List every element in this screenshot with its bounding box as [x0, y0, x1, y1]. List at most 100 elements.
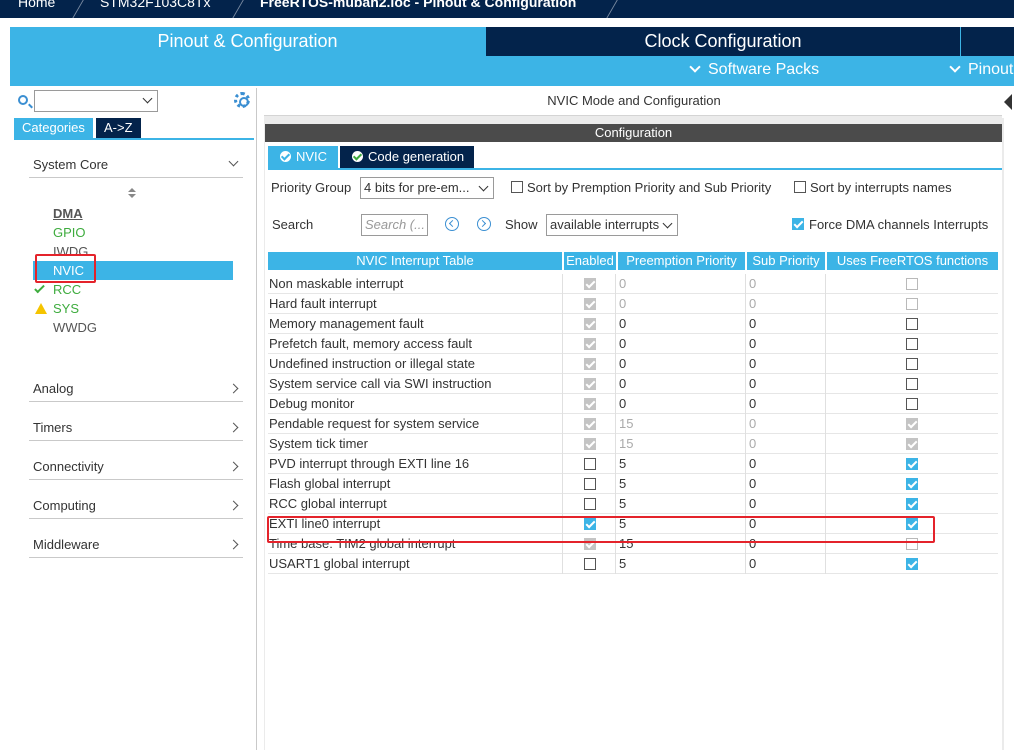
preemption-priority[interactable]: 0: [616, 294, 746, 314]
enabled-cell: [563, 434, 616, 454]
force-dma-checkbox[interactable]: [792, 218, 804, 230]
table-row[interactable]: Flash global interrupt 5 0: [268, 474, 998, 494]
pinout-menu[interactable]: Pinout: [949, 61, 1013, 79]
table-row[interactable]: Hard fault interrupt 0 0: [268, 294, 998, 314]
preemption-priority[interactable]: 5: [616, 554, 746, 574]
preemption-priority[interactable]: 0: [616, 374, 746, 394]
preemption-value: 5: [619, 496, 627, 511]
column-header[interactable]: Uses FreeRTOS functions: [827, 252, 998, 270]
sub-priority[interactable]: 0: [746, 434, 826, 454]
search-input[interactable]: Search (...: [361, 214, 428, 236]
tab-categories[interactable]: Categories: [14, 118, 93, 138]
table-row[interactable]: Undefined instruction or illegal state 0 0: [268, 354, 998, 374]
priority-group-select[interactable]: 4 bits for pre-em...: [360, 177, 494, 199]
table-row[interactable]: Debug monitor 0 0: [268, 394, 998, 414]
freertos-checkbox[interactable]: [906, 478, 918, 490]
freertos-checkbox[interactable]: [906, 338, 918, 350]
peripheral-gpio[interactable]: GPIO: [33, 223, 233, 242]
preemption-priority[interactable]: 0: [616, 334, 746, 354]
sub-priority[interactable]: 0: [746, 554, 826, 574]
peripheral-sys[interactable]: SYS: [33, 299, 233, 318]
column-header[interactable]: Preemption Priority: [618, 252, 745, 270]
sub-priority[interactable]: 0: [746, 334, 826, 354]
sub-priority[interactable]: 0: [746, 294, 826, 314]
sub-priority[interactable]: 0: [746, 394, 826, 414]
table-row[interactable]: System service call via SWI instruction 0…: [268, 374, 998, 394]
sort-premption-label: Sort by Premption Priority and Sub Prior…: [527, 180, 772, 195]
column-header[interactable]: Sub Priority: [747, 252, 825, 270]
previous-icon[interactable]: [445, 217, 459, 231]
preemption-priority[interactable]: 5: [616, 474, 746, 494]
gear-icon[interactable]: [234, 92, 250, 108]
table-row[interactable]: Prefetch fault, memory access fault 0 0: [268, 334, 998, 354]
show-select[interactable]: available interrupts: [546, 214, 678, 236]
freertos-checkbox[interactable]: [906, 558, 918, 570]
sort-names-checkbox[interactable]: [794, 181, 806, 193]
column-header[interactable]: NVIC Interrupt Table: [268, 252, 562, 270]
column-header[interactable]: Enabled: [564, 252, 616, 270]
table-row[interactable]: System tick timer 15 0: [268, 434, 998, 454]
sub-priority[interactable]: 0: [746, 494, 826, 514]
category-middleware[interactable]: Middleware: [33, 537, 243, 552]
table-row[interactable]: PVD interrupt through EXTI line 16 5 0: [268, 454, 998, 474]
peripheral-dma[interactable]: DMA: [33, 204, 233, 223]
sort-premption-checkbox[interactable]: [511, 181, 523, 193]
freertos-checkbox[interactable]: [906, 378, 918, 390]
sub-priority[interactable]: 0: [746, 474, 826, 494]
preemption-priority[interactable]: 5: [616, 494, 746, 514]
preemption-priority[interactable]: 15: [616, 414, 746, 434]
table-row[interactable]: Non maskable interrupt 0 0: [268, 274, 998, 294]
sub-priority[interactable]: 0: [746, 414, 826, 434]
sub-priority[interactable]: 0: [746, 314, 826, 334]
table-row[interactable]: Memory management fault 0 0: [268, 314, 998, 334]
enabled-checkbox[interactable]: [584, 458, 596, 470]
enabled-checkbox[interactable]: [584, 478, 596, 490]
tab-nvic[interactable]: NVIC: [268, 146, 338, 168]
sub-priority[interactable]: 0: [746, 354, 826, 374]
search-combo[interactable]: [34, 90, 158, 112]
tab-code-generation[interactable]: Code generation: [340, 146, 474, 168]
freertos-checkbox[interactable]: [906, 318, 918, 330]
check-circle-icon: [352, 151, 363, 162]
sort-icon[interactable]: [128, 188, 136, 200]
preemption-priority[interactable]: 0: [616, 354, 746, 374]
table-row[interactable]: Pendable request for system service 15 0: [268, 414, 998, 434]
freertos-checkbox[interactable]: [906, 398, 918, 410]
preemption-priority[interactable]: 15: [616, 434, 746, 454]
category-computing[interactable]: Computing: [33, 498, 243, 513]
freertos-checkbox[interactable]: [906, 358, 918, 370]
breadcrumb-home[interactable]: Home: [18, 0, 55, 10]
sub-priority[interactable]: 0: [746, 274, 826, 294]
preemption-priority[interactable]: 0: [616, 274, 746, 294]
preemption-priority[interactable]: 0: [616, 394, 746, 414]
breadcrumb-project[interactable]: FreeRTOS-muban2.ioc - Pinout & Configura…: [260, 0, 576, 10]
enabled-checkbox[interactable]: [584, 558, 596, 570]
category-system-core[interactable]: System Core: [33, 156, 243, 172]
software-packs-menu[interactable]: Software Packs: [689, 61, 819, 79]
freertos-checkbox[interactable]: [906, 458, 918, 470]
category-timers[interactable]: Timers: [33, 420, 243, 435]
tab-clock-configuration[interactable]: Clock Configuration: [486, 27, 960, 56]
preemption-priority[interactable]: 0: [616, 314, 746, 334]
tab-a-z[interactable]: A->Z: [96, 118, 141, 138]
tab-more[interactable]: [961, 27, 1014, 56]
table-row[interactable]: USART1 global interrupt 5 0: [268, 554, 998, 574]
freertos-cell: [826, 494, 998, 514]
table-row[interactable]: RCC global interrupt 5 0: [268, 494, 998, 514]
divider: [29, 440, 243, 441]
sub-priority-value: 0: [749, 496, 757, 511]
enabled-checkbox[interactable]: [584, 498, 596, 510]
peripheral-wwdg[interactable]: WWDG: [33, 318, 233, 337]
show-value: available interrupts: [550, 217, 660, 232]
mode-title: NVIC Mode and Configuration: [264, 88, 1004, 116]
next-icon[interactable]: [477, 217, 491, 231]
sub-priority[interactable]: 0: [746, 454, 826, 474]
category-connectivity[interactable]: Connectivity: [33, 459, 243, 474]
category-analog[interactable]: Analog: [33, 381, 243, 396]
collapse-arrow-icon[interactable]: [1002, 88, 1014, 118]
preemption-priority[interactable]: 5: [616, 454, 746, 474]
breadcrumb-mcu[interactable]: STM32F103C8Tx: [100, 0, 210, 10]
tab-pinout-configuration[interactable]: Pinout & Configuration: [10, 27, 485, 56]
sub-priority[interactable]: 0: [746, 374, 826, 394]
freertos-checkbox[interactable]: [906, 498, 918, 510]
